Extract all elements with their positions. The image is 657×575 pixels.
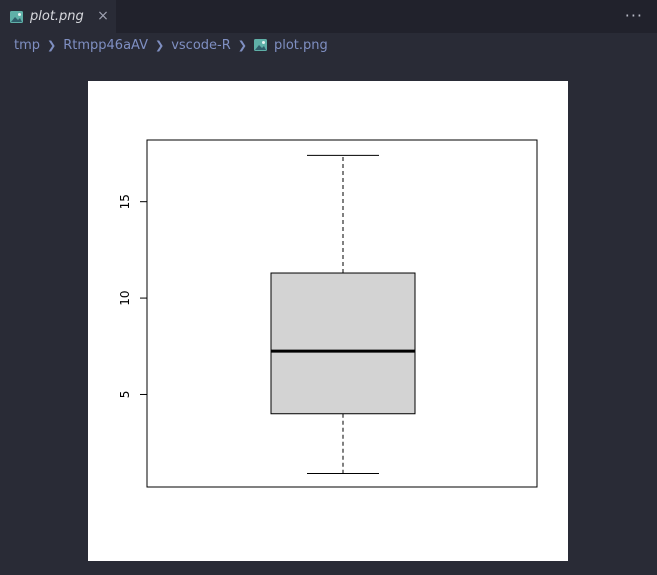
breadcrumb-item-vscode-r[interactable]: vscode-R bbox=[171, 38, 231, 53]
iqr-box bbox=[270, 272, 416, 415]
image-file-icon bbox=[10, 11, 23, 23]
chevron-right-icon: ❯ bbox=[155, 38, 165, 52]
tab-plot-png[interactable]: plot.png × bbox=[0, 0, 116, 33]
tab-bar: plot.png × ··· bbox=[0, 0, 657, 33]
breadcrumb-item-tmp[interactable]: tmp bbox=[14, 38, 40, 53]
chevron-right-icon: ❯ bbox=[47, 38, 57, 52]
breadcrumb: tmp ❯ Rtmpp46aAV ❯ vscode-R ❯ plot.png bbox=[14, 36, 328, 54]
more-actions-button[interactable]: ··· bbox=[625, 6, 643, 25]
y-tick-label: 15 bbox=[118, 194, 132, 209]
image-file-icon bbox=[253, 39, 267, 51]
y-tick-label: 5 bbox=[118, 391, 132, 399]
image-preview: 5 10 15 bbox=[88, 81, 568, 561]
chevron-right-icon: ❯ bbox=[237, 38, 247, 52]
y-tick-label: 10 bbox=[118, 290, 132, 305]
boxplot-chart: 5 10 15 bbox=[118, 139, 538, 488]
breadcrumb-item-plot-png[interactable]: plot.png bbox=[274, 38, 328, 53]
breadcrumb-item-rtmp[interactable]: Rtmpp46aAV bbox=[63, 38, 148, 53]
close-icon[interactable]: × bbox=[96, 9, 110, 23]
tab-label: plot.png bbox=[30, 9, 84, 24]
